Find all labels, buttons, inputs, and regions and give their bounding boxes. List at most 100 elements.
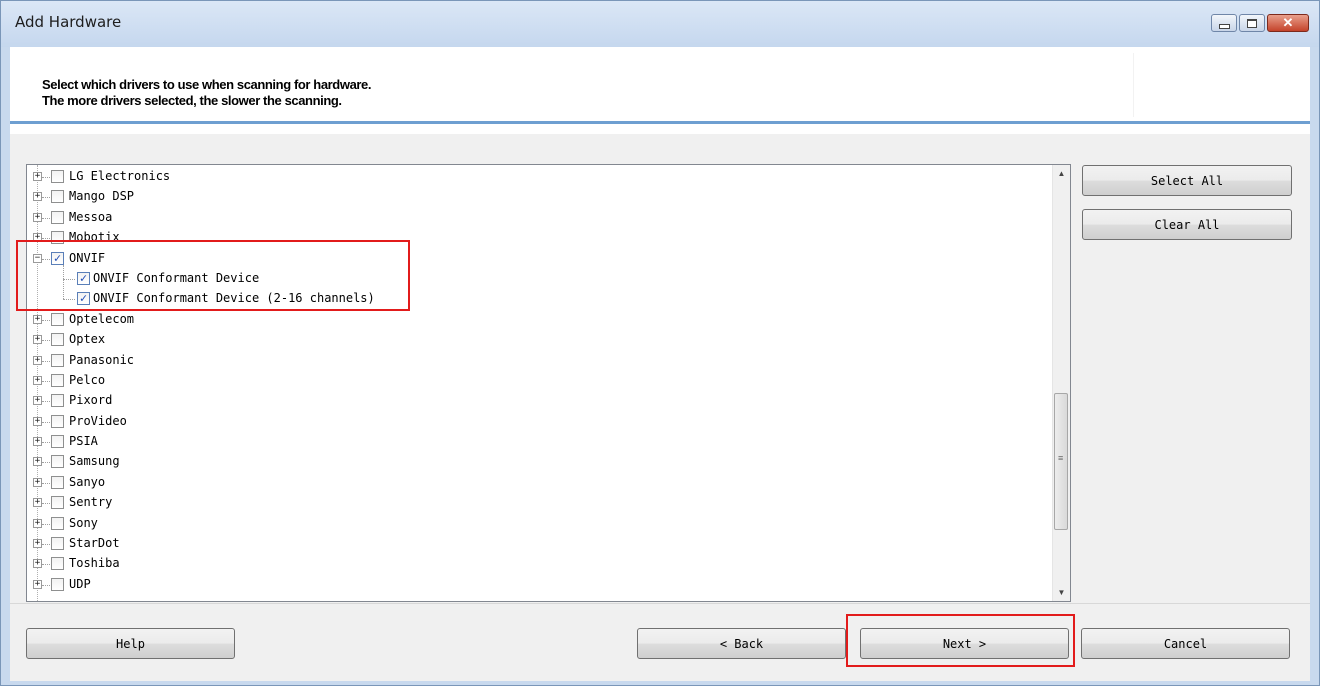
tree-item-checkbox[interactable]: ✓ [77,292,90,306]
expand-icon[interactable]: + [33,498,42,508]
tree-item[interactable]: + ProVideo [27,412,1051,432]
instruction-text: Select which drivers to use when scannin… [42,77,372,109]
tree-item-checkbox[interactable] [51,577,64,591]
expand-icon[interactable]: + [33,518,42,528]
help-button[interactable]: Help [26,628,235,659]
tree-connector [42,360,50,362]
expand-icon[interactable]: + [33,212,42,222]
tree-item-checkbox[interactable] [51,210,64,224]
tree-item[interactable]: ✓ ONVIF Conformant Device (2-16 channels) [27,279,1051,309]
tree-item[interactable]: + Optelecom [27,310,1051,330]
tree-item-label: ONVIF [69,250,106,265]
tree-item-checkbox[interactable]: ✓ [51,251,64,265]
expand-icon[interactable]: + [33,477,42,487]
tree-item-checkbox[interactable] [51,394,64,408]
close-button[interactable]: ✕ [1267,14,1309,32]
tree-item-checkbox[interactable] [51,231,64,245]
add-hardware-window: Add Hardware ✕ Select which drivers to u… [0,0,1320,686]
tree-item-checkbox[interactable] [51,170,64,183]
tree-connector [42,401,50,403]
tree-item[interactable]: + Toshiba [27,554,1051,574]
tree-item-checkbox[interactable] [51,496,64,510]
tree-item-checkbox[interactable] [51,190,64,204]
collapse-icon[interactable]: − [33,253,42,263]
tree-item-checkbox[interactable]: ✓ [77,271,90,285]
maximize-button[interactable] [1239,14,1265,32]
select-all-button[interactable]: Select All [1082,165,1292,196]
tree-item-checkbox[interactable] [51,373,64,387]
tree-connector [42,380,50,382]
expand-icon[interactable]: + [33,335,42,345]
back-button[interactable]: < Back [637,628,846,659]
scroll-up-icon[interactable]: ▲ [1053,165,1070,182]
tree-item-label: Sentry [69,495,113,510]
tree-item-checkbox[interactable] [51,516,64,530]
driver-tree-rows: + LG Electronics + Mango DSP + Messoa + Mobotix… [27,167,1051,595]
tree-item-checkbox[interactable] [51,537,64,551]
tree-item-label: Sanyo [69,474,106,489]
cancel-button[interactable]: Cancel [1081,628,1290,659]
tree-item[interactable]: + Pixord [27,391,1051,411]
tree-item-checkbox[interactable] [51,353,64,367]
tree-item-checkbox[interactable] [51,435,64,449]
scroll-down-icon[interactable]: ▼ [1053,584,1070,601]
tree-item-checkbox[interactable] [51,557,64,571]
close-icon: ✕ [1282,15,1294,30]
tree-item-label: ProVideo [69,413,127,428]
tree-item-label: LG Electronics [69,169,171,183]
tree-item[interactable]: + Sony [27,514,1051,534]
tree-item-label: Sony [69,515,98,530]
tree-connector [42,177,50,178]
tree-item[interactable]: + Samsung [27,452,1051,472]
tree-item-checkbox[interactable] [51,312,64,326]
expand-icon[interactable]: + [33,314,42,324]
expand-icon[interactable]: + [33,355,42,365]
tree-item-label: Messoa [69,209,113,224]
tree-item[interactable]: + Sentry [27,493,1051,513]
expand-icon[interactable]: + [33,192,42,202]
minimize-icon [1218,23,1230,29]
tree-item-checkbox[interactable] [51,475,64,489]
tree-item[interactable]: + Pelco [27,371,1051,391]
minimize-button[interactable] [1211,14,1237,32]
expand-icon[interactable]: + [33,559,42,569]
tree-item[interactable]: + StarDot [27,534,1051,554]
next-button[interactable]: Next > [860,628,1069,659]
tree-item[interactable]: ✓ ONVIF Conformant Device [27,264,1051,289]
tree-item-checkbox[interactable] [51,414,64,428]
maximize-icon [1247,18,1257,28]
tree-item-checkbox[interactable] [51,333,64,347]
tree-item-label: ONVIF Conformant Device (2-16 channels) [93,291,375,306]
tree-item[interactable]: + UDP [27,575,1051,595]
expand-icon[interactable]: + [33,375,42,385]
expand-icon[interactable]: + [33,416,42,426]
tree-item[interactable]: + Panasonic [27,351,1051,371]
tree-item-label: Optex [69,332,106,347]
tree-item[interactable]: + Mango DSP [27,187,1051,207]
driver-tree[interactable]: + LG Electronics + Mango DSP + Messoa + Mobotix… [26,164,1071,602]
instruction-line-2: The more drivers selected, the slower th… [42,93,342,108]
window-controls: ✕ [1209,14,1309,32]
expand-icon[interactable]: + [33,539,42,549]
tree-item[interactable]: + PSIA [27,432,1051,452]
vertical-scrollbar[interactable]: ▲ ≡ ▼ [1052,165,1070,601]
tree-item-label: Samsung [69,454,120,469]
tree-item[interactable]: + Optex [27,330,1051,350]
tree-item[interactable]: + Mobotix [27,228,1051,248]
expand-icon[interactable]: + [33,233,42,243]
tree-connector [42,421,50,423]
expand-icon[interactable]: + [33,172,42,181]
expand-icon[interactable]: + [33,579,42,589]
tree-item[interactable]: − ✓ ONVIF [27,249,1051,269]
tree-connector [42,217,50,219]
tree-connector [42,197,50,199]
clear-all-button[interactable]: Clear All [1082,209,1292,240]
expand-icon[interactable]: + [33,457,42,467]
tree-item-checkbox[interactable] [51,455,64,469]
expand-icon[interactable]: + [33,437,42,447]
scroll-thumb[interactable]: ≡ [1054,393,1068,530]
tree-item[interactable]: + Messoa [27,208,1051,228]
expand-icon[interactable]: + [33,396,42,406]
tree-item[interactable]: + Sanyo [27,473,1051,493]
tree-item[interactable]: + LG Electronics [27,167,1051,187]
